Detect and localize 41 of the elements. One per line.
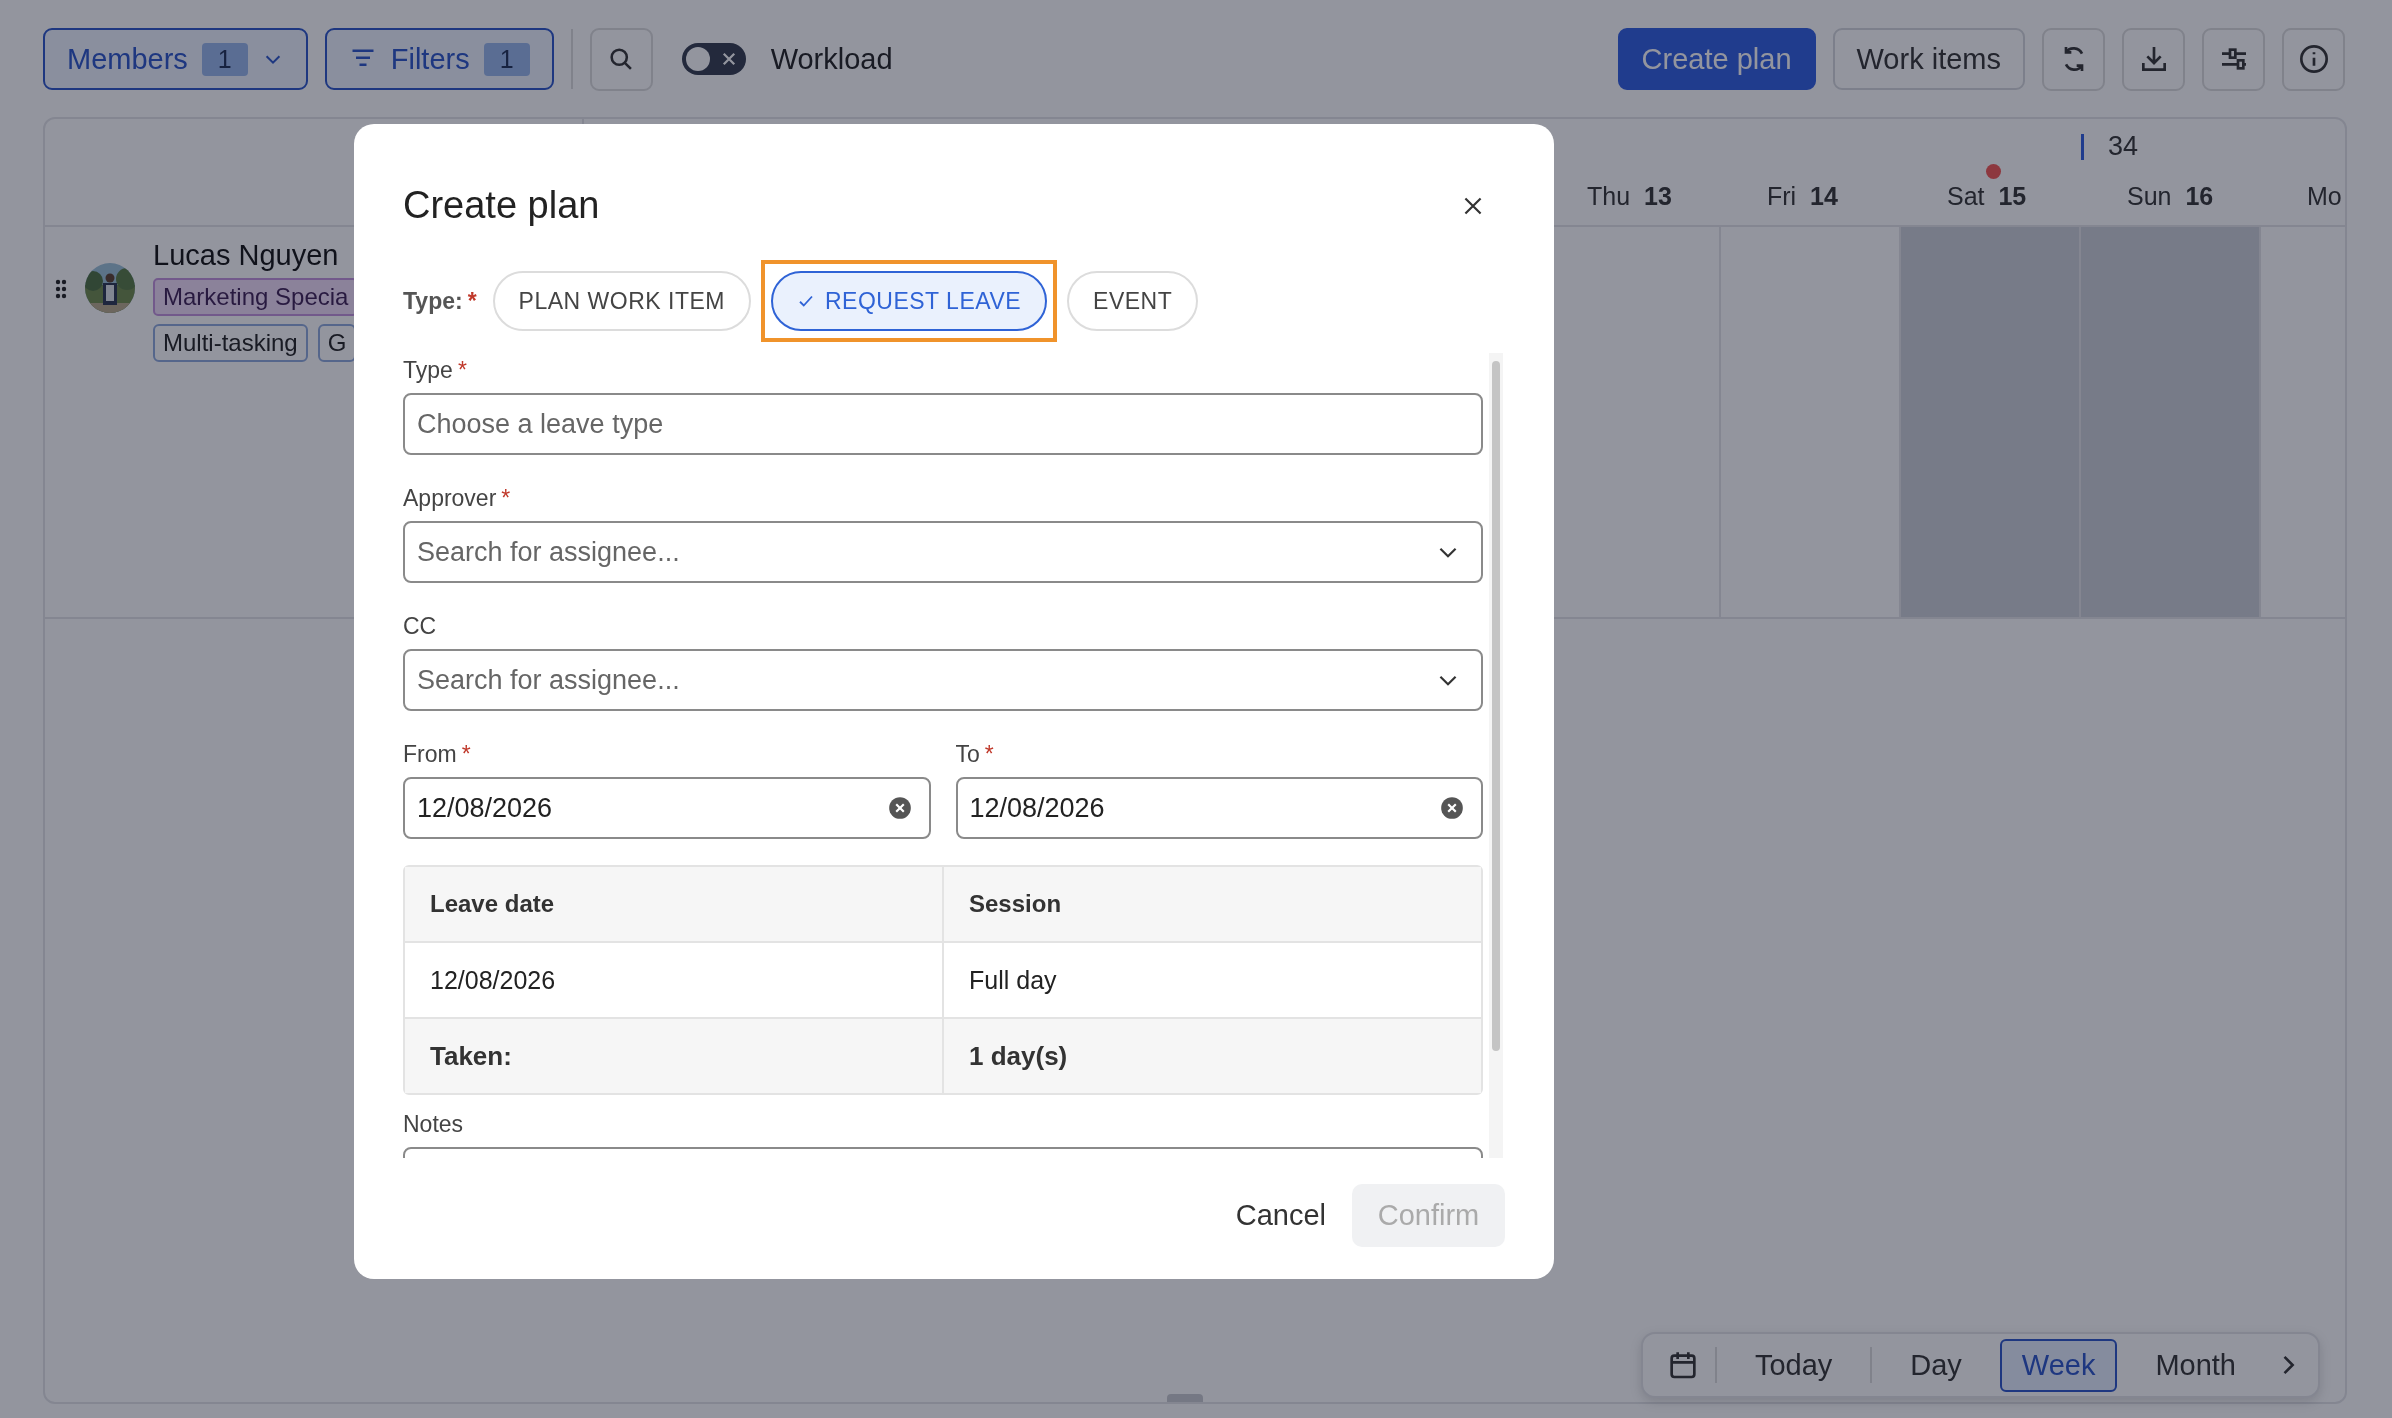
leave-type-field[interactable]: Choose a leave type: [403, 393, 1483, 455]
work-items-button[interactable]: Work items: [1832, 28, 2025, 90]
view-tab[interactable]: Week: [1999, 1338, 2118, 1392]
plan-type-chip[interactable]: EVENT: [1067, 271, 1199, 331]
assignee-dropdown[interactable]: Search for assignee...: [403, 649, 1483, 711]
field-label: CC: [403, 613, 438, 641]
field-label: Approver *: [403, 485, 512, 513]
plan-type-chip[interactable]: REQUEST LEAVE: [770, 271, 1048, 331]
table-cell-text: 12/08/2026: [429, 964, 557, 996]
members-button[interactable]: Members 1: [43, 28, 308, 90]
type-label: Type: *: [403, 287, 477, 315]
cancel-button[interactable]: Cancel: [1235, 1187, 1326, 1244]
view-tab[interactable]: Day: [1888, 1338, 1984, 1392]
date-field[interactable]: 12/08/2026: [403, 777, 931, 839]
assignee-dropdown[interactable]: Search for assignee...: [403, 521, 1483, 583]
column-header: Leave date: [429, 889, 556, 919]
week-number: 34: [2108, 131, 2139, 162]
field-label: Type *: [403, 357, 468, 385]
total-cell: 1 day(s): [942, 1019, 1481, 1093]
date-field[interactable]: 12/08/2026: [955, 777, 1483, 839]
member-name: Lucas Nguyen: [153, 239, 340, 272]
view-tab[interactable]: Today: [1732, 1338, 1855, 1392]
dialog-title: Create plan: [403, 184, 600, 227]
column-header: Session: [942, 867, 1481, 941]
field-label: From *: [403, 741, 472, 769]
count-badge: 1: [483, 42, 530, 76]
filters-button[interactable]: Filters 1: [324, 28, 554, 90]
create-plan-button[interactable]: Create plan: [1617, 28, 1816, 90]
workload-label: Workload: [770, 42, 893, 76]
day-header: Sun 16: [2126, 182, 2215, 211]
day-header: Sat 15: [1946, 182, 2028, 211]
count-badge: 1: [201, 42, 248, 76]
day-header: Mo: [2306, 182, 2343, 211]
total-cell-text: Taken:: [429, 1039, 513, 1073]
field-label: To *: [955, 741, 995, 769]
day-header: Thu 13: [1586, 182, 1673, 211]
day-header: Fri 14: [1766, 182, 1839, 211]
view-tab[interactable]: Month: [2133, 1338, 2258, 1392]
field-label: Notes: [403, 1111, 465, 1139]
plan-type-chip[interactable]: PLAN WORK ITEM: [492, 271, 751, 331]
skill-tag: Multi-tasking: [153, 324, 308, 362]
